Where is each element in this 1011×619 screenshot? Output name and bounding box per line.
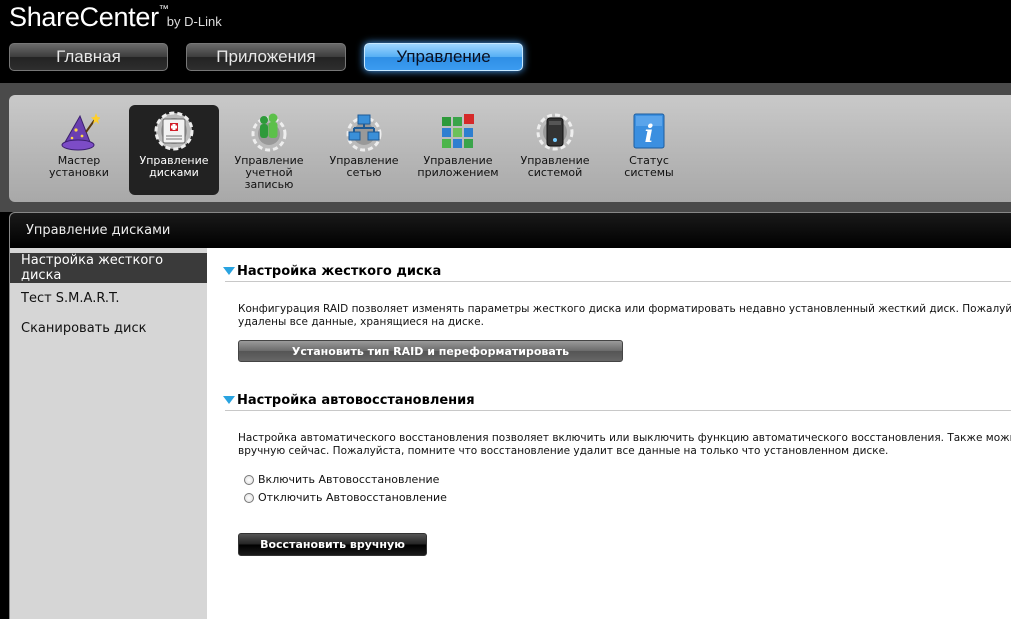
hdd-description-line1: Конфигурация RAID позволяет изменять пар… (238, 303, 1011, 315)
toolbar-area: Мастер установки Управление дисками Упра… (0, 83, 1011, 212)
tool-system-status[interactable]: i Статус системы (605, 105, 693, 195)
info-icon: i (633, 113, 665, 149)
autorebuild-description-line1: Настройка автоматического восстановления… (238, 432, 1011, 444)
tool-system-management[interactable]: Управление системой (517, 105, 593, 195)
panel-title: Управление дисками (9, 212, 1011, 248)
enable-autorebuild-radio[interactable] (244, 474, 254, 485)
wizard-icon (61, 113, 100, 151)
sidebar-item-hdd-config[interactable]: Настройка жесткого диска (10, 253, 207, 283)
management-toolbar: Мастер установки Управление дисками Упра… (9, 95, 1011, 202)
main-panel: Управление дисками Настройка жесткого ди… (9, 212, 1011, 619)
tool-setup-wizard[interactable]: Мастер установки (45, 105, 113, 195)
system-management-icon (536, 113, 574, 151)
disable-autorebuild-option[interactable]: Отключить Автовосстановление (244, 491, 447, 504)
disk-management-icon (154, 111, 194, 151)
content-area: Настройка жесткого диска Конфигурация RA… (207, 248, 1011, 619)
nav-home-button[interactable]: Главная (9, 43, 168, 71)
nav-management-button[interactable]: Управление (364, 43, 523, 71)
section-autorebuild-title[interactable]: Настройка автовосстановления (223, 390, 1011, 411)
tool-account-management[interactable]: Управление учетной записью (223, 105, 315, 195)
network-management-icon (346, 114, 382, 152)
section-hdd-config-title[interactable]: Настройка жесткого диска (223, 261, 1011, 282)
sidebar: Настройка жесткого диска Тест S.M.A.R.T.… (9, 248, 207, 619)
application-management-icon (442, 114, 474, 148)
tool-disk-management[interactable]: Управление дисками (129, 105, 219, 195)
disable-autorebuild-radio[interactable] (244, 492, 254, 503)
nav-applications-button[interactable]: Приложения (186, 43, 346, 71)
sidebar-item-smart-test[interactable]: Тест S.M.A.R.T. (10, 283, 207, 313)
collapse-triangle-icon[interactable] (223, 396, 235, 404)
header: ShareCenter™by D-Link Главная Приложения… (0, 0, 1011, 83)
sidebar-item-scan-disk[interactable]: Сканировать диск (10, 313, 207, 343)
tool-network-management[interactable]: Управление сетью (327, 105, 401, 195)
hdd-description-line2: удалены все данные, хранящиеся на диске. (238, 316, 484, 328)
tool-application-management[interactable]: Управление приложением (415, 105, 501, 195)
autorebuild-description-line2: вручную сейчас. Пожалуйста, помните что … (238, 445, 889, 457)
set-raid-reformat-button[interactable]: Установить тип RAID и переформатировать (238, 340, 623, 362)
collapse-triangle-icon[interactable] (223, 267, 235, 275)
svg-text:i: i (644, 119, 653, 148)
manual-rebuild-button[interactable]: Восстановить вручную (238, 533, 427, 556)
brand-logo: ShareCenter™by D-Link (9, 2, 222, 32)
account-management-icon (251, 113, 287, 152)
enable-autorebuild-option[interactable]: Включить Автовосстановление (244, 473, 439, 486)
